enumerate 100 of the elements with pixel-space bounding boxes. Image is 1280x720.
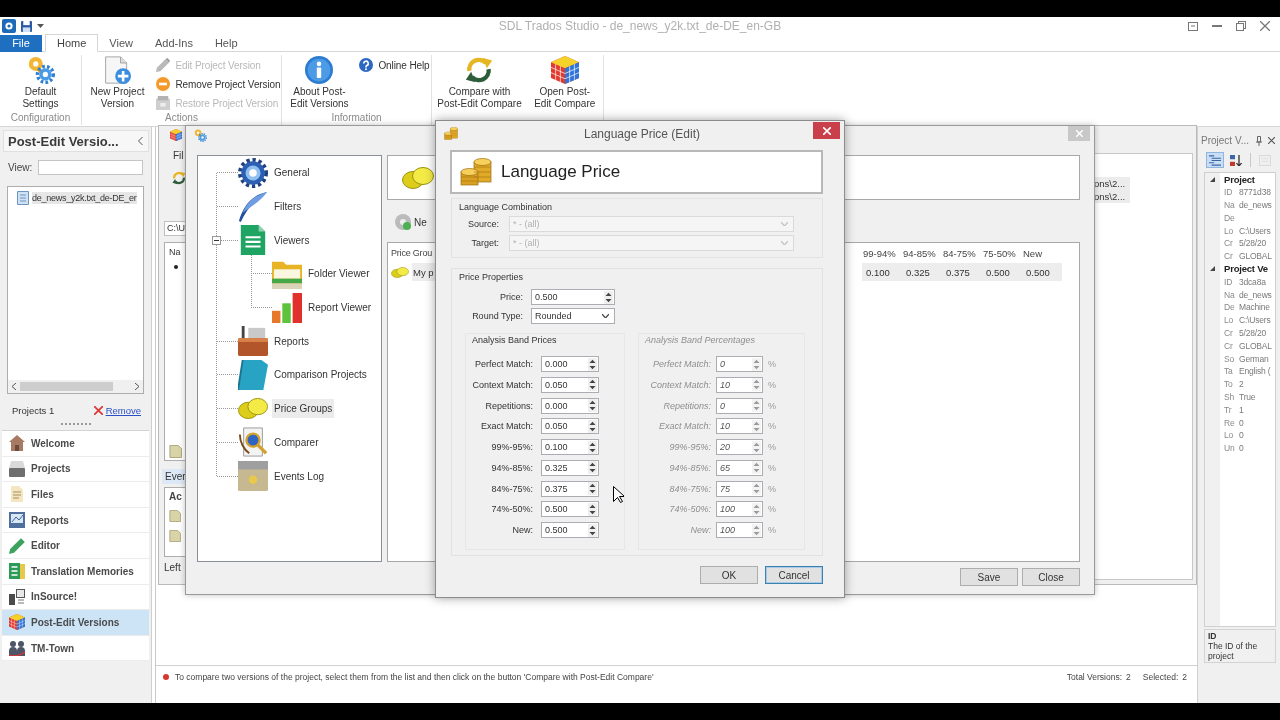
nav-button[interactable]: Reports bbox=[2, 507, 149, 534]
scroll-right-icon[interactable] bbox=[135, 383, 139, 390]
dialog-button[interactable]: Close bbox=[1022, 568, 1080, 586]
app-icon[interactable] bbox=[2, 19, 16, 33]
collapse-icon[interactable] bbox=[212, 235, 221, 245]
list-item[interactable]: ons\2... bbox=[1094, 177, 1130, 190]
tree-item[interactable]: Filters bbox=[272, 197, 304, 217]
spinner-arrows-icon[interactable] bbox=[588, 378, 597, 392]
table-cell[interactable]: 0.500 bbox=[1022, 263, 1062, 281]
number-field[interactable]: 0.375 bbox=[541, 480, 599, 497]
table-cell[interactable]: 0.100 bbox=[862, 263, 902, 281]
path-field[interactable]: C:\U bbox=[164, 221, 186, 236]
list-item[interactable]: ons\2... bbox=[1094, 190, 1130, 203]
tree-item[interactable]: Folder Viewer bbox=[306, 264, 372, 284]
spinner-arrows-icon[interactable] bbox=[588, 523, 597, 537]
spinner-arrows-icon[interactable] bbox=[588, 502, 597, 516]
tree-item[interactable]: Viewers bbox=[272, 230, 312, 250]
dialog-button[interactable]: OK bbox=[700, 566, 758, 584]
spinner-arrows-icon[interactable] bbox=[588, 461, 597, 475]
nav-button[interactable]: Translation Memories bbox=[2, 558, 149, 585]
tree-item[interactable]: Comparer bbox=[272, 432, 321, 452]
tree-item[interactable]: Events Log bbox=[272, 466, 327, 486]
chevron-down-icon[interactable] bbox=[602, 314, 609, 318]
close-icon[interactable] bbox=[1268, 137, 1275, 144]
number-field[interactable]: 0.050 bbox=[541, 418, 599, 435]
nav-button[interactable]: Files bbox=[2, 482, 149, 508]
pin-icon[interactable] bbox=[1256, 135, 1262, 146]
save-icon[interactable] bbox=[21, 20, 32, 32]
triangle-icon[interactable] bbox=[1210, 176, 1215, 182]
ribbon-tab[interactable]: Add-Ins bbox=[144, 35, 204, 51]
tree-item[interactable]: General bbox=[272, 163, 312, 183]
nav-button[interactable]: Projects bbox=[2, 456, 149, 483]
column-header[interactable]: 99-94% bbox=[859, 247, 899, 259]
table-cell[interactable]: My p bbox=[412, 263, 435, 281]
column-header[interactable]: Price Grou bbox=[388, 248, 434, 258]
remove-link[interactable]: Remove bbox=[105, 404, 141, 416]
list-item[interactable]: de_news_y2k.txt_de-DE_er bbox=[32, 192, 137, 204]
column-header[interactable]: Ac bbox=[169, 491, 185, 502]
ribbon-button[interactable]: Default Settings bbox=[10, 55, 71, 110]
circular-arrows-icon[interactable] bbox=[172, 171, 186, 185]
number-field[interactable]: 0.100 bbox=[541, 439, 599, 455]
column-header[interactable]: 84-75% bbox=[939, 247, 979, 259]
spinner-arrows-icon[interactable] bbox=[604, 290, 613, 304]
restore-icon[interactable] bbox=[1236, 21, 1246, 31]
ribbon-button[interactable]: Compare with Post-Edit Compare bbox=[434, 55, 525, 110]
cross-icon[interactable] bbox=[93, 405, 103, 415]
window-icon[interactable] bbox=[1188, 21, 1198, 31]
nav-button[interactable]: Welcome bbox=[2, 431, 149, 457]
table-cell[interactable]: 0.325 bbox=[902, 263, 942, 281]
nav-button[interactable]: TM-Town bbox=[2, 635, 149, 662]
column-header[interactable]: Na bbox=[169, 247, 185, 257]
scrollbar-thumb[interactable] bbox=[20, 382, 113, 391]
ribbon-tab[interactable]: Home bbox=[45, 34, 99, 52]
panel-tab[interactable]: Ever bbox=[162, 469, 186, 484]
round-type-dropdown[interactable]: Rounded bbox=[531, 308, 615, 324]
tree-item[interactable]: Reports bbox=[272, 331, 311, 351]
ribbon-button[interactable]: Online Help bbox=[359, 57, 430, 73]
toolbar-button[interactable] bbox=[1206, 152, 1224, 168]
ribbon-button[interactable]: About Post-Edit Versions bbox=[283, 55, 356, 110]
tree-item[interactable]: Price Groups bbox=[272, 399, 335, 419]
price-field[interactable]: 0.500 bbox=[531, 289, 615, 305]
scrollbar[interactable] bbox=[8, 380, 143, 393]
toolbar-button[interactable] bbox=[1227, 152, 1245, 168]
menu-item[interactable]: Fil bbox=[173, 150, 186, 161]
number-field[interactable]: 0.000 bbox=[541, 397, 599, 414]
spinner-arrows-icon[interactable] bbox=[588, 419, 597, 433]
triangle-icon[interactable] bbox=[1210, 266, 1215, 272]
new-button[interactable]: Ne bbox=[414, 216, 427, 228]
column-header[interactable]: 75-50% bbox=[979, 247, 1019, 259]
number-field[interactable]: 0.500 bbox=[541, 501, 599, 518]
number-field[interactable]: 0.050 bbox=[541, 376, 599, 393]
spinner-arrows-icon[interactable] bbox=[588, 399, 597, 412]
nav-button[interactable]: Editor bbox=[2, 533, 149, 559]
spinner-arrows-icon[interactable] bbox=[588, 482, 597, 495]
close-icon[interactable] bbox=[1260, 21, 1270, 31]
column-header[interactable]: New bbox=[1019, 247, 1059, 259]
spinner-arrows-icon[interactable] bbox=[588, 357, 597, 371]
ribbon-tab[interactable]: Help bbox=[203, 35, 249, 51]
spinner-arrows-icon[interactable] bbox=[588, 440, 597, 454]
column-header[interactable]: 94-85% bbox=[899, 247, 939, 259]
ribbon-button[interactable]: New Project Version bbox=[82, 55, 153, 110]
ribbon-tab[interactable]: View bbox=[98, 35, 144, 51]
dialog-button[interactable]: Save bbox=[960, 568, 1018, 586]
number-field[interactable]: 0.325 bbox=[541, 459, 599, 476]
view-field[interactable] bbox=[38, 160, 143, 175]
field-label: 94%-85%: bbox=[490, 462, 533, 473]
tree-item[interactable]: Comparison Projects bbox=[272, 365, 369, 385]
table-cell[interactable]: 0.500 bbox=[982, 263, 1022, 281]
dropdown-caret-icon[interactable] bbox=[37, 24, 44, 28]
file-tab[interactable]: File bbox=[0, 35, 42, 52]
number-field[interactable]: 0.500 bbox=[541, 522, 599, 538]
nav-button[interactable]: Post-Edit Versions bbox=[2, 610, 149, 636]
table-cell[interactable]: 0.375 bbox=[942, 263, 982, 281]
ribbon-button[interactable]: Remove Project Version bbox=[156, 76, 281, 92]
tree-item[interactable]: Report Viewer bbox=[306, 298, 374, 318]
scroll-left-icon[interactable] bbox=[12, 383, 16, 390]
dialog-button[interactable]: Cancel bbox=[765, 566, 823, 584]
ribbon-button[interactable]: Open Post-Edit Compare bbox=[528, 55, 601, 110]
number-field[interactable]: 0.000 bbox=[541, 356, 599, 372]
close-button[interactable] bbox=[813, 122, 840, 139]
